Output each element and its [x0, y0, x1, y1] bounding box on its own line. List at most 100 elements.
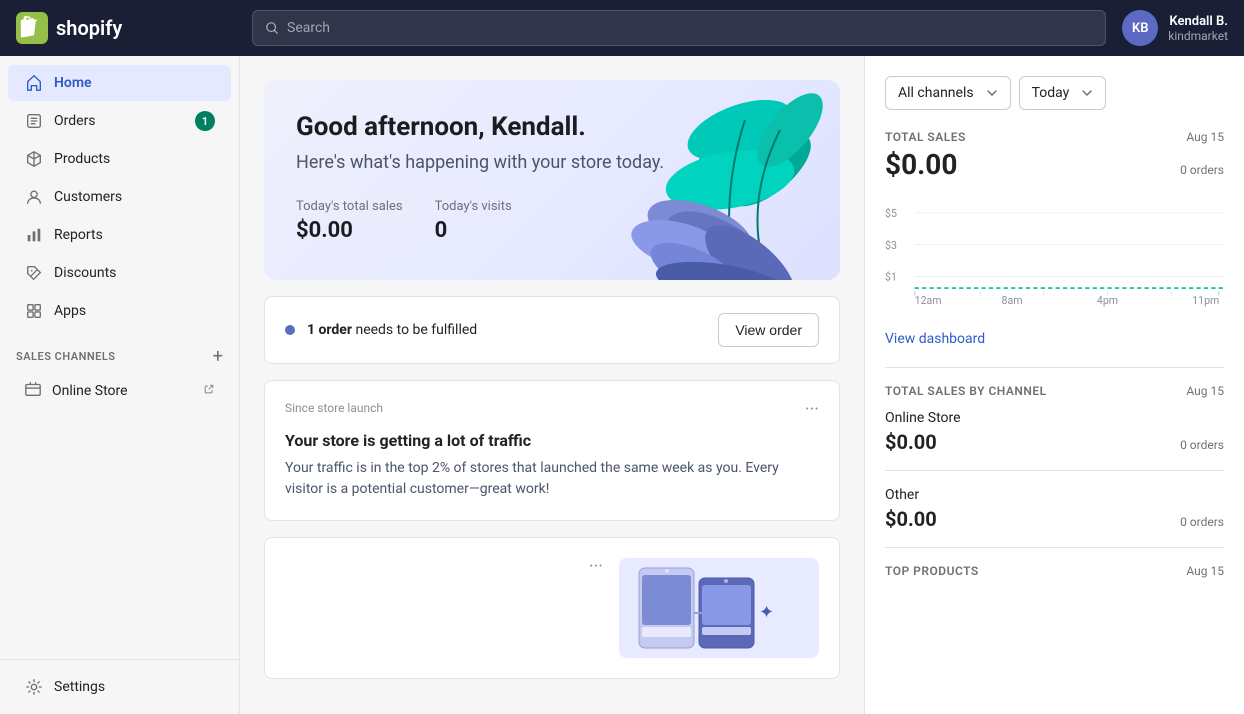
- apps-icon: [24, 301, 44, 321]
- top-products-date: Aug 15: [1186, 564, 1224, 578]
- search-bar[interactable]: Search: [252, 10, 1106, 46]
- divider-3: [885, 547, 1224, 548]
- content-area: Good afternoon, Kendall. Here's what's h…: [240, 56, 864, 714]
- svg-text:✦: ✦: [759, 602, 774, 623]
- add-channel-icon[interactable]: +: [213, 346, 223, 367]
- sidebar-item-orders[interactable]: Orders 1: [8, 103, 231, 139]
- svg-text:$1: $1: [885, 271, 897, 284]
- svg-text:12am: 12am: [915, 294, 942, 307]
- sidebar-item-reports-label: Reports: [54, 227, 103, 243]
- user-area: KB Kendall B. kindmarket: [1122, 10, 1228, 46]
- total-sales-chart-label: TOTAL SALES: [885, 130, 966, 144]
- online-store-label: Online Store: [52, 383, 128, 399]
- card-since: Since store launch: [285, 401, 383, 415]
- svg-text:8am: 8am: [1002, 294, 1023, 307]
- channel-filter-label: All channels: [898, 85, 974, 101]
- visits-stat: Today's visits 0: [435, 199, 512, 243]
- time-filter-dropdown[interactable]: Today: [1019, 76, 1107, 110]
- other-value-row: $0.00 0 orders: [885, 507, 1224, 531]
- preview-content: ···: [285, 558, 603, 588]
- settings-icon: [24, 677, 44, 697]
- svg-text:11pm: 11pm: [1192, 294, 1219, 307]
- visits-label: Today's visits: [435, 199, 512, 214]
- card-menu-icon[interactable]: ···: [805, 401, 819, 419]
- sales-chart-svg: $5 $3 $1 12am 8am 4pm 11pm: [885, 191, 1224, 311]
- sidebar-item-settings[interactable]: Settings: [8, 669, 231, 705]
- chart-header: TOTAL SALES Aug 15: [885, 130, 1224, 144]
- svg-text:S: S: [25, 28, 31, 38]
- user-info: Kendall B. kindmarket: [1168, 14, 1228, 43]
- preview-header: ···: [285, 558, 603, 576]
- avatar[interactable]: KB: [1122, 10, 1158, 46]
- sidebar-item-apps[interactable]: Apps: [8, 293, 231, 329]
- logo-text: shopify: [56, 16, 122, 40]
- sidebar-item-reports[interactable]: Reports: [8, 217, 231, 253]
- orders-icon: [24, 111, 44, 131]
- sidebar-item-home[interactable]: Home: [8, 65, 231, 101]
- by-channel-date: Aug 15: [1186, 384, 1224, 398]
- chart-area: $5 $3 $1 12am 8am 4pm 11pm: [885, 191, 1224, 311]
- card-header: Since store launch ···: [285, 401, 819, 419]
- chevron-down-icon: [986, 87, 998, 99]
- home-icon: [24, 73, 44, 93]
- hero-card: Good afternoon, Kendall. Here's what's h…: [264, 80, 840, 280]
- orders-badge: 1: [195, 111, 215, 131]
- sidebar-item-products-label: Products: [54, 151, 110, 167]
- time-filter-label: Today: [1032, 85, 1070, 101]
- user-name: Kendall B.: [1168, 14, 1228, 29]
- sidebar-item-apps-label: Apps: [54, 303, 86, 319]
- online-store-value-row: $0.00 0 orders: [885, 430, 1224, 454]
- view-dashboard-link[interactable]: View dashboard: [885, 331, 1224, 347]
- search-icon: [265, 21, 279, 35]
- alert-dot: [285, 325, 295, 335]
- sidebar-item-customers[interactable]: Customers: [8, 179, 231, 215]
- chevron-down-icon-2: [1081, 87, 1093, 99]
- user-store: kindmarket: [1168, 29, 1228, 43]
- total-sales-label: Today's total sales: [296, 199, 403, 214]
- online-store-channel-orders: 0 orders: [1180, 438, 1224, 452]
- sidebar-item-products[interactable]: Products: [8, 141, 231, 177]
- svg-text:$3: $3: [885, 239, 897, 252]
- preview-illustration: ✦: [629, 563, 809, 653]
- external-link-icon: [203, 383, 215, 399]
- alert-rest: needs to be fulfilled: [352, 322, 477, 338]
- other-channel-name: Other: [885, 487, 1224, 503]
- preview-image: ✦: [619, 558, 819, 658]
- sidebar-item-orders-label: Orders: [54, 113, 96, 129]
- top-products-header: TOP PRODUCTS Aug 15: [885, 564, 1224, 578]
- by-channel-header: TOTAL SALES BY CHANNEL Aug 15: [885, 384, 1224, 398]
- search-placeholder: Search: [287, 20, 330, 36]
- total-sales-chart-section: TOTAL SALES Aug 15 $0.00 0 orders $5 $3 …: [885, 130, 1224, 311]
- alert-text: 1 order needs to be fulfilled: [307, 322, 706, 338]
- total-sales-value: $0.00: [296, 218, 403, 243]
- sidebar-item-settings-label: Settings: [54, 679, 105, 695]
- shopify-logo-icon: S: [16, 12, 48, 44]
- divider-2: [885, 470, 1224, 471]
- alert-card: 1 order needs to be fulfilled View order: [264, 296, 840, 364]
- online-store-channel: Online Store $0.00 0 orders: [885, 410, 1224, 454]
- visits-value: 0: [435, 218, 512, 243]
- header: S shopify Search KB Kendall B. kindmarke…: [0, 0, 1244, 56]
- top-products-label: TOP PRODUCTS: [885, 564, 979, 578]
- card-body: Your traffic is in the top 2% of stores …: [285, 458, 819, 500]
- sales-channels-title: SALES CHANNELS: [16, 350, 116, 363]
- sidebar-item-online-store[interactable]: Online Store: [8, 372, 231, 410]
- preview-menu-icon[interactable]: ···: [589, 558, 603, 576]
- channel-filter-dropdown[interactable]: All channels: [885, 76, 1011, 110]
- sidebar-item-home-label: Home: [54, 75, 92, 91]
- online-store-channel-value: $0.00: [885, 430, 937, 454]
- total-sales-orders: 0 orders: [1180, 163, 1224, 177]
- svg-text:$5: $5: [885, 207, 897, 220]
- online-store-icon: [24, 380, 42, 402]
- sidebar-item-discounts[interactable]: Discounts: [8, 255, 231, 291]
- view-order-button[interactable]: View order: [718, 313, 819, 347]
- content-inner: Good afternoon, Kendall. Here's what's h…: [240, 56, 864, 703]
- by-channel-label: TOTAL SALES BY CHANNEL: [885, 384, 1047, 398]
- total-sales-chart-value: $0.00: [885, 148, 957, 181]
- panel-controls: All channels Today: [885, 76, 1224, 110]
- card-title: Your store is getting a lot of traffic: [285, 431, 819, 450]
- sales-channels-section: SALES CHANNELS +: [0, 330, 239, 371]
- divider-1: [885, 367, 1224, 368]
- alert-bold: 1 order: [307, 322, 352, 338]
- online-store-channel-name: Online Store: [885, 410, 1224, 426]
